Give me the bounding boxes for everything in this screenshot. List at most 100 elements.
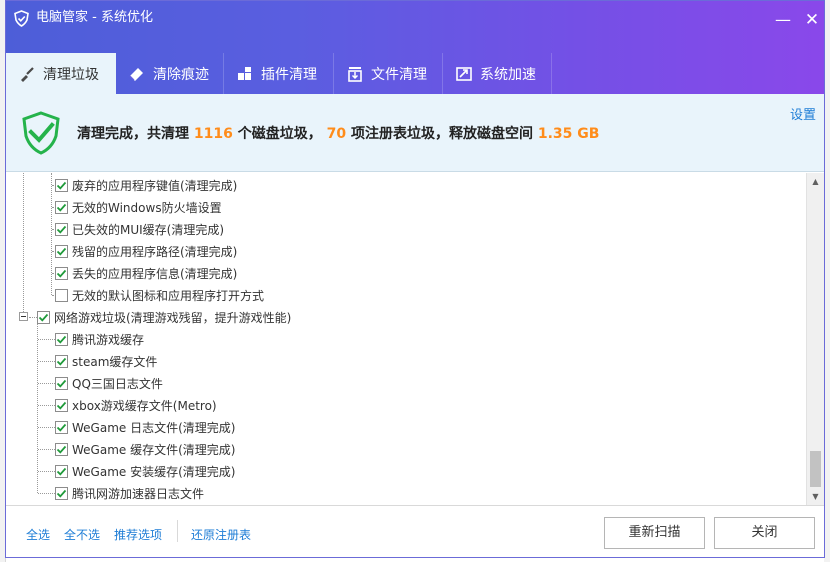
tree-item[interactable]: 腾讯游戏缓存 — [55, 328, 144, 350]
tree-item-label: WeGame 缓存文件(清理完成) — [72, 442, 236, 457]
collapse-toggle-icon[interactable] — [19, 312, 28, 321]
checkbox[interactable] — [55, 420, 68, 434]
checkbox[interactable] — [55, 354, 68, 368]
tree-item-label: xbox游戏缓存文件(Metro) — [72, 398, 217, 413]
tree-item-label: WeGame 日志文件(清理完成) — [72, 420, 236, 435]
tree-guide-line — [38, 493, 55, 494]
tab-label: 清除痕迹 — [153, 66, 209, 83]
summary-mid-2: 项注册表垃圾，释放磁盘空间 — [346, 126, 538, 142]
tab-label: 文件清理 — [371, 66, 427, 83]
checkmark-icon — [56, 203, 67, 212]
close-window-button[interactable]: ✕ — [801, 10, 823, 30]
tree-guide-line — [38, 449, 55, 450]
tree-group-network-games[interactable]: 网络游戏垃圾(清理游戏残留，提升游戏性能) — [37, 306, 291, 328]
scroll-down-arrow-icon[interactable]: ▼ — [807, 488, 824, 505]
tree-guide-line — [37, 323, 38, 493]
checkmark-icon — [56, 423, 67, 432]
app-window: 电脑管家 - 系统优化 — ✕ 清理垃圾 清除痕迹 插件清理 文件清理 系统加速… — [5, 0, 825, 558]
tree-item[interactable]: steam缓存文件 — [55, 350, 157, 372]
summary-mid-1: 个磁盘垃圾， — [232, 126, 327, 142]
tree-guide-line — [29, 317, 37, 318]
tree-item[interactable]: WeGame 缓存文件(清理完成) — [55, 438, 235, 460]
tree-item-label: 腾讯游戏缓存 — [72, 332, 145, 347]
tree-item[interactable]: 无效的Windows防火墙设置 — [55, 196, 222, 218]
tree-item[interactable]: 腾讯网游加速器日志文件 — [55, 482, 204, 504]
tree-item[interactable]: 废弃的应用程序键值(清理完成) — [55, 174, 237, 196]
tab-system-speedup[interactable]: 系统加速 — [443, 53, 552, 94]
disk-junk-count: 1116 — [193, 126, 233, 142]
tab-clean-junk[interactable]: 清理垃圾 — [6, 53, 116, 94]
close-button[interactable]: 关闭 — [714, 517, 815, 549]
tab-plugin-clean[interactable]: 插件清理 — [224, 53, 334, 94]
tree-guide-line — [38, 361, 55, 362]
tree-item[interactable]: 无效的默认图标和应用程序打开方式 — [55, 284, 264, 306]
checkbox[interactable] — [55, 222, 68, 236]
eraser-icon — [129, 67, 143, 81]
checkbox[interactable] — [55, 266, 68, 280]
checkbox[interactable] — [55, 376, 68, 390]
tab-label: 插件清理 — [261, 66, 317, 83]
vertical-scrollbar[interactable]: ▲ ▼ — [806, 173, 824, 505]
tree-guide-line — [23, 173, 24, 316]
checkmark-icon — [56, 379, 67, 388]
checkbox[interactable] — [55, 288, 68, 302]
settings-link[interactable]: 设置 — [790, 104, 816, 123]
checkmark-icon — [56, 401, 67, 410]
checkbox[interactable] — [55, 332, 68, 346]
checkbox[interactable] — [55, 178, 68, 192]
tree-item[interactable]: WeGame 安装缓存(清理完成) — [55, 460, 235, 482]
tree-item[interactable]: QQ三国日志文件 — [55, 372, 163, 394]
checkbox[interactable] — [55, 244, 68, 258]
tree-item-label: WeGame 安装缓存(清理完成) — [72, 464, 236, 479]
result-summary-text: 清理完成，共清理 1116 个磁盘垃圾， 70 项注册表垃圾，释放磁盘空间 1.… — [77, 123, 599, 143]
scroll-up-arrow-icon[interactable]: ▲ — [807, 173, 824, 190]
cleanup-tree-list: 废弃的应用程序键值(清理完成) 无效的Windows防火墙设置 已失效的MUI缓存(… — [6, 173, 824, 505]
tree-item-label: 残留的应用程序路径(清理完成) — [72, 244, 238, 259]
checkmark-icon — [56, 445, 67, 454]
tree-item[interactable]: xbox游戏缓存文件(Metro) — [55, 394, 217, 416]
checkmark-icon — [56, 489, 67, 498]
select-none-link[interactable]: 全不选 — [64, 526, 100, 543]
summary-prefix: 清理完成，共清理 — [77, 126, 194, 142]
checkbox[interactable] — [55, 442, 68, 456]
tab-label: 清理垃圾 — [43, 66, 99, 83]
shield-logo-icon — [14, 10, 29, 27]
minimize-button[interactable]: — — [772, 10, 794, 30]
tree-guide-line — [38, 427, 55, 428]
tab-label: 系统加速 — [480, 66, 536, 83]
rocket-icon — [456, 66, 472, 81]
tree-guide-line — [38, 405, 55, 406]
tree-guide-line — [38, 471, 55, 472]
tree-item[interactable]: WeGame 日志文件(清理完成) — [55, 416, 235, 438]
broom-icon — [21, 66, 34, 82]
result-summary-panel: 清理完成，共清理 1116 个磁盘垃圾， 70 项注册表垃圾，释放磁盘空间 1.… — [6, 94, 824, 172]
tree-item-label: QQ三国日志文件 — [72, 376, 163, 391]
tab-file-clean[interactable]: 文件清理 — [334, 53, 443, 94]
tree-item[interactable]: 丢失的应用程序信息(清理完成) — [55, 262, 237, 284]
tree-guide-line — [38, 339, 55, 340]
recommended-options-link[interactable]: 推荐选项 — [114, 526, 162, 543]
tree-item-label: 网络游戏垃圾(清理游戏残留，提升游戏性能) — [54, 310, 292, 325]
footer-divider — [177, 520, 178, 542]
restore-registry-link[interactable]: 还原注册表 — [191, 526, 251, 543]
title-bar[interactable]: 电脑管家 - 系统优化 — ✕ 清理垃圾 清除痕迹 插件清理 文件清理 系统加速 — [6, 1, 824, 94]
freed-space: 1.35 GB — [537, 126, 600, 142]
checkbox[interactable] — [55, 398, 68, 412]
tree-item-label: 腾讯网游加速器日志文件 — [72, 486, 205, 501]
checkbox[interactable] — [37, 310, 50, 324]
tree-item-label: 无效的Windows防火墙设置 — [72, 200, 222, 215]
checkmark-icon — [56, 335, 67, 344]
tree-item[interactable]: 残留的应用程序路径(清理完成) — [55, 240, 237, 262]
checkbox[interactable] — [55, 464, 68, 478]
checkmark-icon — [56, 247, 67, 256]
checkbox[interactable] — [55, 200, 68, 214]
scroll-thumb[interactable] — [810, 451, 821, 487]
puzzle-icon — [238, 66, 251, 80]
tree-item[interactable]: 已失效的MUI缓存(清理完成) — [55, 218, 224, 240]
checkmark-icon — [56, 181, 67, 190]
tree-item-label: 已失效的MUI缓存(清理完成) — [72, 222, 225, 237]
rescan-button[interactable]: 重新扫描 — [604, 517, 705, 549]
tab-clear-traces[interactable]: 清除痕迹 — [116, 53, 224, 94]
checkbox[interactable] — [55, 486, 68, 500]
select-all-link[interactable]: 全选 — [26, 526, 50, 543]
